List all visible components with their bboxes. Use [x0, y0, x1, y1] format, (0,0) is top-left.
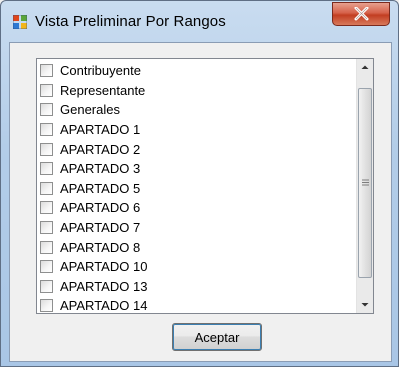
checkbox[interactable] — [40, 201, 53, 215]
checkbox[interactable] — [40, 181, 53, 195]
list-item[interactable]: APARTADO 5 — [37, 179, 355, 199]
scroll-down-button[interactable] — [357, 296, 373, 313]
checkbox[interactable] — [40, 260, 53, 274]
title-bar[interactable]: Vista Preliminar Por Rangos — [1, 1, 398, 41]
checkbox[interactable] — [40, 299, 53, 313]
grip-icon — [362, 179, 369, 186]
window-title: Vista Preliminar Por Rangos — [35, 13, 226, 30]
chevron-down-icon — [361, 303, 369, 307]
checkbox[interactable] — [40, 162, 53, 176]
list-item[interactable]: APARTADO 3 — [37, 159, 355, 179]
close-x-icon — [354, 7, 369, 21]
vertical-scrollbar[interactable] — [356, 59, 373, 313]
list-item-label: APARTADO 3 — [60, 161, 141, 177]
dialog-window: Vista Preliminar Por Rangos Contribuyent… — [0, 0, 399, 367]
list-item-label: APARTADO 2 — [60, 141, 141, 157]
list-item[interactable]: Representante — [37, 81, 355, 101]
list-item[interactable]: APARTADO 6 — [37, 198, 355, 218]
checkbox[interactable] — [40, 279, 53, 293]
list-items-container: Contribuyente Representante Generales APART… — [37, 61, 355, 316]
scroll-thumb[interactable] — [358, 88, 372, 278]
list-item-label: APARTADO 14 — [60, 298, 148, 314]
list-item[interactable]: APARTADO 14 — [37, 296, 355, 316]
list-item-label: APARTADO 7 — [60, 220, 141, 236]
list-item[interactable]: APARTADO 13 — [37, 277, 355, 297]
dialog-client-area: Contribuyente Representante Generales APART… — [9, 42, 392, 362]
list-item-label: Generales — [60, 102, 120, 118]
list-item[interactable]: APARTADO 8 — [37, 237, 355, 257]
checkbox[interactable] — [40, 64, 53, 78]
list-item[interactable]: APARTADO 2 — [37, 139, 355, 159]
checkbox[interactable] — [40, 123, 53, 137]
list-item-label: APARTADO 8 — [60, 239, 141, 255]
scroll-up-button[interactable] — [357, 59, 373, 76]
list-item-label: APARTADO 5 — [60, 180, 141, 196]
checkbox[interactable] — [40, 83, 53, 97]
list-item[interactable]: APARTADO 7 — [37, 218, 355, 238]
checkbox[interactable] — [40, 142, 53, 156]
windows-form-icon — [12, 14, 28, 30]
checkbox[interactable] — [40, 240, 53, 254]
list-item-label: APARTADO 13 — [60, 278, 148, 294]
list-item-label: Representante — [60, 82, 146, 98]
list-item-label: APARTADO 10 — [60, 259, 148, 275]
list-item[interactable]: Contribuyente — [37, 61, 355, 81]
list-item-label: APARTADO 6 — [60, 200, 141, 216]
list-item-label: APARTADO 1 — [60, 122, 141, 138]
chevron-up-icon — [361, 65, 369, 69]
aceptar-button[interactable]: Aceptar — [172, 323, 262, 351]
list-item[interactable]: APARTADO 1 — [37, 120, 355, 140]
checkbox[interactable] — [40, 221, 53, 235]
list-item-label: Contribuyente — [60, 63, 141, 79]
checked-list-box[interactable]: Contribuyente Representante Generales APART… — [36, 58, 374, 314]
list-item[interactable]: Generales — [37, 100, 355, 120]
checkbox[interactable] — [40, 103, 53, 117]
list-item[interactable]: APARTADO 10 — [37, 257, 355, 277]
close-button[interactable] — [332, 2, 390, 26]
